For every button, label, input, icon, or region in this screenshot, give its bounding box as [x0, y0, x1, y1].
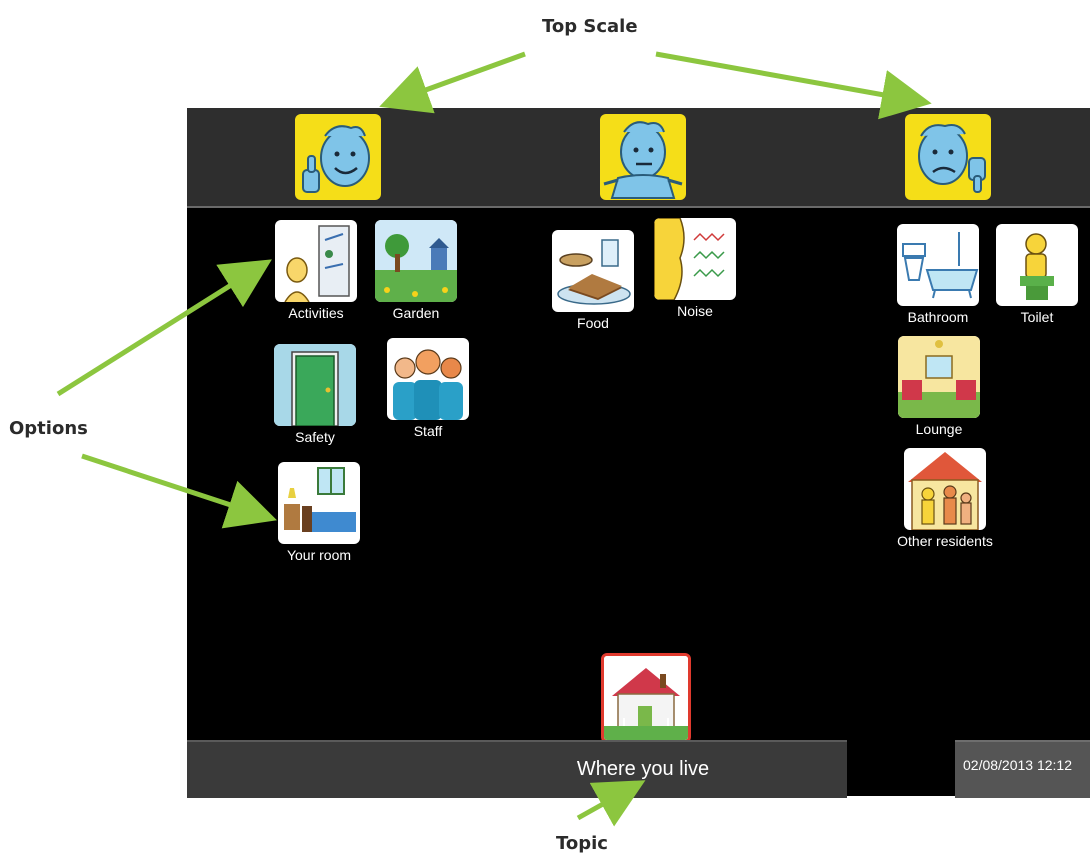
arrow-top-scale-right — [655, 51, 932, 120]
arrow-options-up — [56, 259, 272, 397]
arrow-top-scale-left — [379, 51, 526, 114]
arrow-options-down — [81, 453, 277, 529]
annotation-arrows — [56, 51, 932, 827]
arrow-topic — [576, 780, 646, 827]
